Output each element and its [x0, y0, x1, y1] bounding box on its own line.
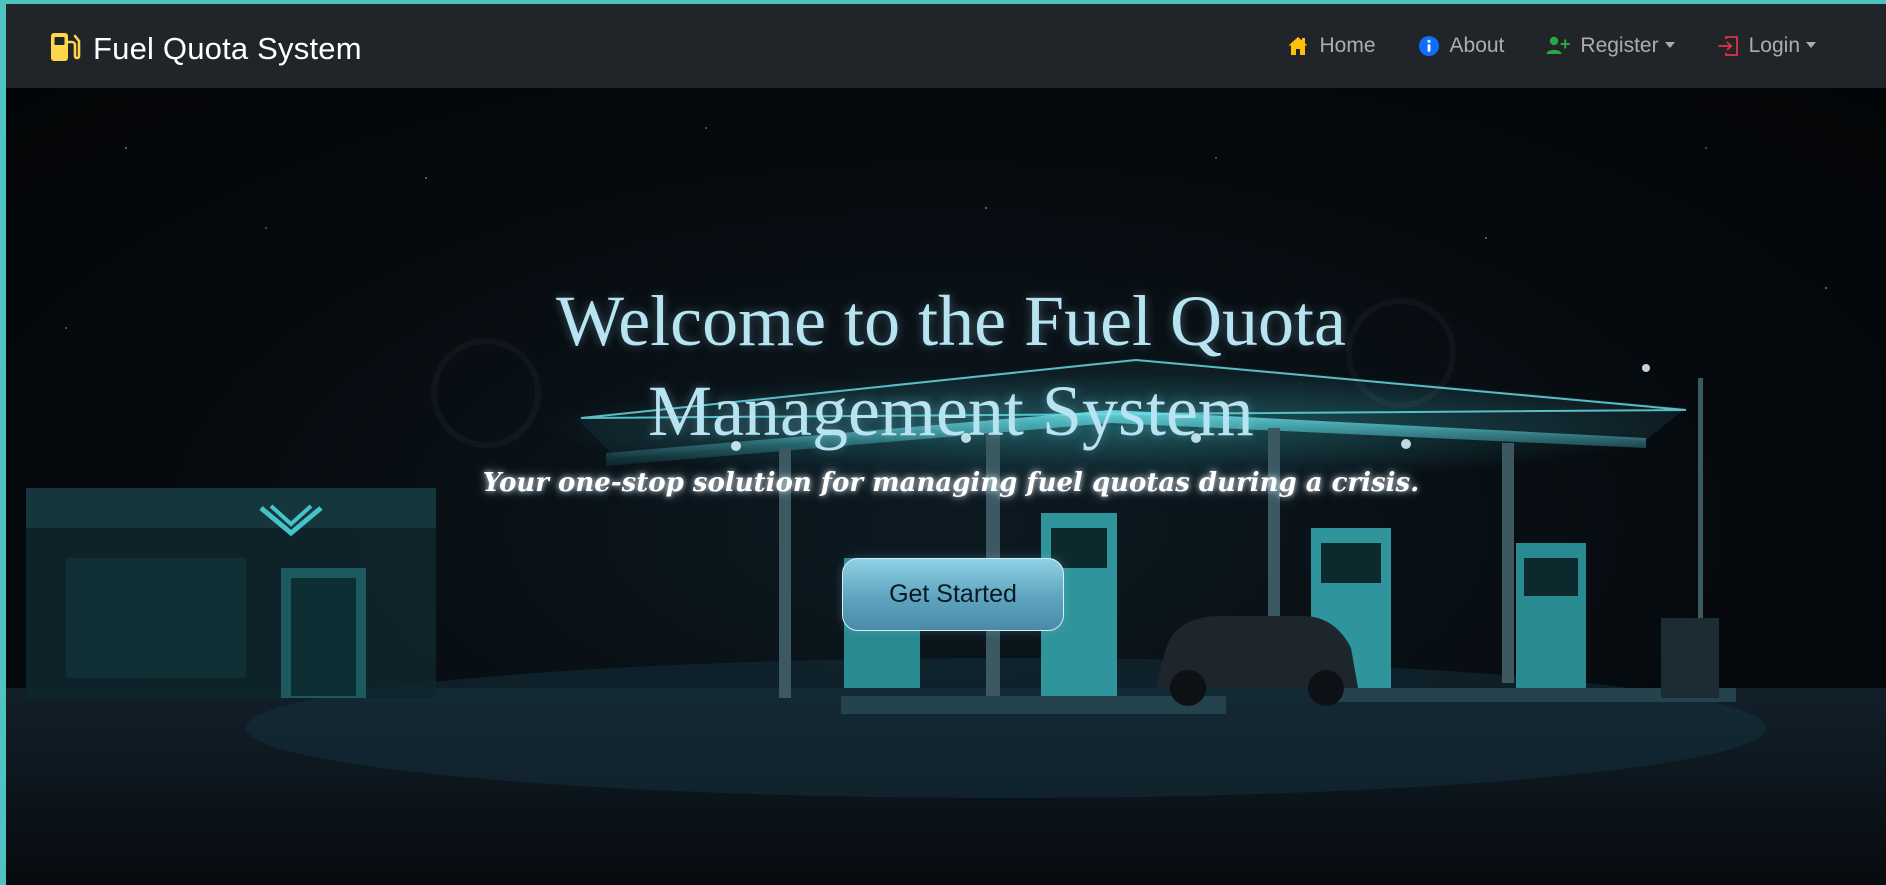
hero-title: Welcome to the Fuel Quota Management Sys…: [446, 276, 1456, 456]
nav-about-label: About: [1449, 34, 1505, 57]
info-circle-icon: [1418, 35, 1440, 57]
get-started-button[interactable]: Get Started: [842, 558, 1064, 631]
nav-menu: Home About Register Login: [1245, 4, 1816, 88]
brand-link[interactable]: Fuel Quota System: [49, 30, 362, 68]
hero-subtitle: Your one-stop solution for managing fuel…: [482, 468, 1420, 498]
fuel-pump-icon: [49, 30, 81, 68]
chevron-down-icon: [1806, 42, 1816, 48]
nav-login-label: Login: [1748, 34, 1800, 57]
nav-about[interactable]: About: [1418, 34, 1505, 58]
person-plus-icon: [1546, 35, 1571, 57]
nav-home[interactable]: Home: [1287, 34, 1376, 58]
login-arrow-icon: [1717, 35, 1739, 57]
chevron-down-icon: [1664, 42, 1675, 48]
nav-login-dropdown[interactable]: Login: [1717, 34, 1816, 58]
app-frame: Fuel Quota System Home About Register Lo…: [6, 4, 1886, 885]
nav-home-label: Home: [1319, 34, 1376, 57]
nav-register-dropdown[interactable]: Register: [1546, 34, 1675, 58]
hero-content: Welcome to the Fuel Quota Management Sys…: [6, 88, 1886, 885]
hero-title-line2: Management System: [648, 371, 1254, 451]
brand-title: Fuel Quota System: [93, 31, 362, 66]
nav-register-label: Register: [1580, 34, 1659, 57]
home-icon: [1287, 35, 1309, 57]
hero-title-line1: Welcome to the Fuel Quota: [556, 281, 1346, 361]
top-navbar: Fuel Quota System Home About Register Lo…: [6, 4, 1886, 89]
hero-section: Welcome to the Fuel Quota Management Sys…: [6, 88, 1886, 885]
